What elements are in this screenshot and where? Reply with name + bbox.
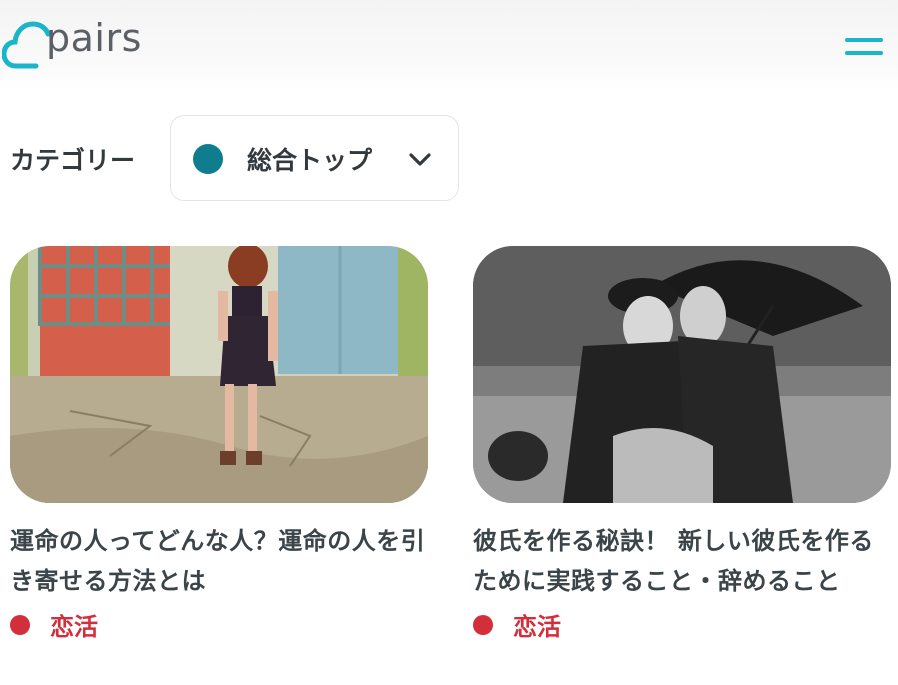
article-card[interactable]: 運命の人ってどんな人？運命の人を引き寄せる方法とは 恋活 xyxy=(10,246,428,642)
article-category[interactable]: 恋活 xyxy=(10,607,428,642)
category-tag-label: 恋活 xyxy=(513,613,561,641)
hamburger-menu-button[interactable] xyxy=(845,38,885,62)
category-dot xyxy=(10,614,30,635)
category-dot xyxy=(473,614,493,635)
cloud-logo-icon xyxy=(2,21,50,69)
woman-street-photo xyxy=(10,246,428,503)
couple-umbrella-photo xyxy=(473,246,891,503)
article-title[interactable]: 彼氏を作る秘訣！ 新しい彼氏を作るために実践すること・辞めること xyxy=(473,521,891,601)
article-thumbnail[interactable] xyxy=(473,246,891,503)
chevron-down-icon xyxy=(409,153,431,166)
pairs-logo[interactable]: pairs xyxy=(2,14,141,72)
menu-line xyxy=(845,51,883,55)
article-card[interactable]: 彼氏を作る秘訣！ 新しい彼氏を作るために実践すること・辞めること 恋活 xyxy=(473,246,891,642)
logo-text: pairs xyxy=(46,16,142,60)
category-tag-label: 恋活 xyxy=(50,613,98,641)
category-selected-value: 総合トップ xyxy=(247,146,373,175)
category-label: カテゴリー xyxy=(10,146,136,175)
article-category[interactable]: 恋活 xyxy=(473,607,891,642)
site-header: pairs xyxy=(0,0,898,90)
category-select[interactable]: 総合トップ xyxy=(170,115,459,201)
category-color-dot xyxy=(193,144,223,174)
article-title[interactable]: 運命の人ってどんな人？運命の人を引き寄せる方法とは xyxy=(10,521,428,601)
menu-line xyxy=(845,38,883,42)
article-thumbnail[interactable] xyxy=(10,246,428,503)
